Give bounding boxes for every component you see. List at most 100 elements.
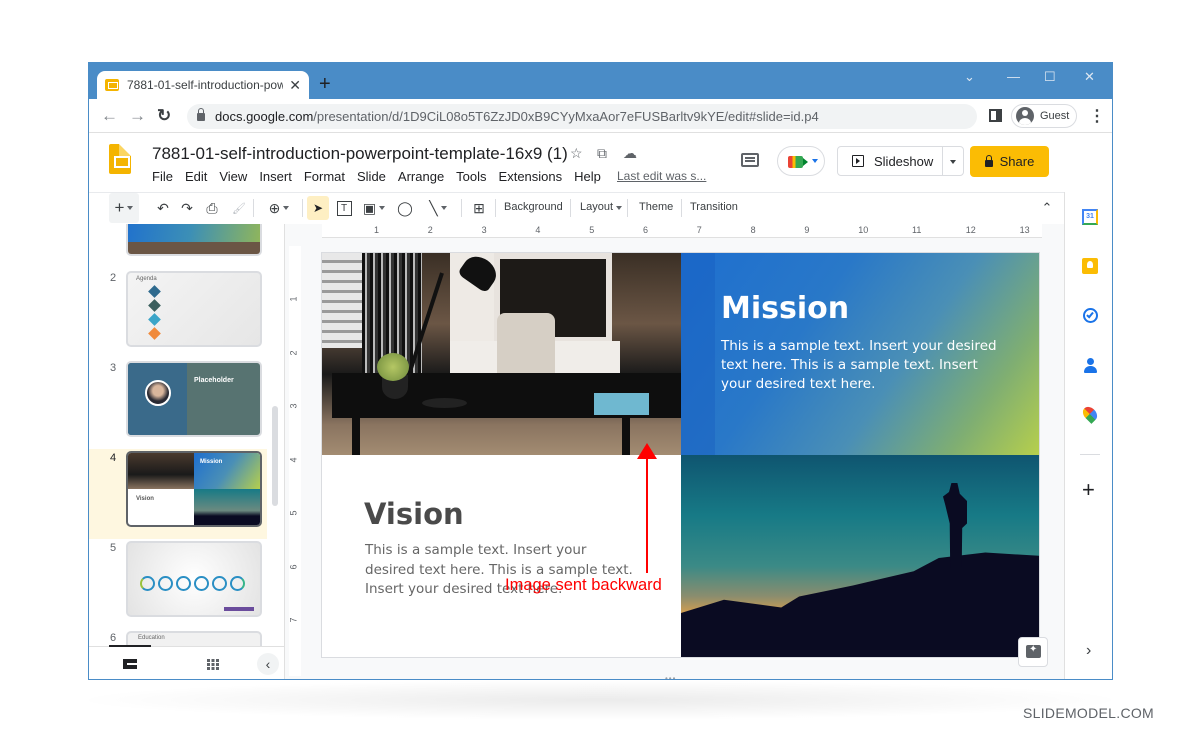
star-icon[interactable]: ☆: [570, 145, 583, 162]
tab-search-icon[interactable]: ⌄: [964, 69, 975, 85]
close-window-button[interactable]: ✕: [1084, 69, 1095, 85]
menu-insert[interactable]: Insert: [259, 169, 292, 184]
mission-panel[interactable]: Mission This is a sample text. Insert yo…: [681, 253, 1039, 455]
keep-icon[interactable]: [1082, 258, 1098, 274]
insert-image-button[interactable]: ▣: [359, 193, 389, 223]
slide-thumbnail-6[interactable]: Education: [126, 631, 262, 646]
diamond-icon: [148, 327, 161, 340]
minimize-button[interactable]: —: [1007, 69, 1020, 84]
ruler-tick-label: 6: [288, 563, 299, 570]
filmstrip-footer: ‹: [89, 645, 284, 679]
document-title[interactable]: 7881-01-self-introduction-powerpoint-tem…: [152, 144, 568, 164]
comment-history-icon[interactable]: [741, 153, 759, 167]
menu-view[interactable]: View: [219, 169, 247, 184]
print-button[interactable]: ⎙: [202, 193, 222, 223]
meet-button[interactable]: [777, 146, 825, 176]
mission-title[interactable]: Mission: [721, 291, 849, 326]
grid-view-icon[interactable]: [207, 659, 219, 670]
back-button[interactable]: ←: [101, 106, 118, 126]
slides-favicon-icon: [105, 79, 119, 91]
slide-thumbnail-2[interactable]: Agenda: [126, 271, 262, 347]
zoom-button[interactable]: ⊕: [261, 193, 297, 223]
mission-text[interactable]: This is a sample text. Insert your desir…: [721, 337, 1001, 394]
transition-button[interactable]: Transition: [690, 201, 738, 213]
new-tab-button[interactable]: +: [319, 74, 331, 94]
vertical-ruler[interactable]: 1 2 3 4 5 6 7: [289, 246, 301, 676]
background-button[interactable]: Background: [504, 201, 563, 213]
browser-window: 7881-01-self-introduction-power ✕ + ⌄ — …: [88, 62, 1113, 680]
contacts-icon[interactable]: [1082, 358, 1098, 374]
forward-button[interactable]: →: [129, 106, 146, 126]
close-tab-icon[interactable]: ✕: [289, 77, 301, 94]
ruler-tick-label: 8: [750, 225, 756, 235]
collapse-toolbar-button[interactable]: ⌃: [1039, 193, 1055, 223]
vision-title[interactable]: Vision: [364, 497, 464, 531]
ruler-tick-label: 4: [288, 456, 299, 463]
undo-button[interactable]: ↶: [153, 193, 173, 223]
layout-button[interactable]: Layout: [580, 201, 623, 213]
chevron-down-icon: [379, 206, 386, 210]
last-edit-link[interactable]: Last edit was s...: [617, 169, 706, 183]
slideshow-button[interactable]: Slideshow: [837, 146, 964, 176]
paint-format-button[interactable]: 🖌: [229, 193, 249, 223]
add-comment-button[interactable]: ⊞: [469, 193, 489, 223]
shape-button[interactable]: ◯: [395, 193, 415, 223]
theme-button[interactable]: Theme: [639, 201, 673, 213]
menu-help[interactable]: Help: [574, 169, 601, 184]
menu-format[interactable]: Format: [304, 169, 345, 184]
tasks-icon[interactable]: [1083, 308, 1098, 323]
side-apps-panel: 31 + ›: [1064, 192, 1112, 679]
notes-resize-handle[interactable]: •••: [665, 674, 676, 679]
line-button[interactable]: ╲: [421, 193, 455, 223]
maximize-button[interactable]: ☐: [1044, 69, 1056, 85]
diamond-icon: [148, 299, 161, 312]
move-icon[interactable]: ⧉: [597, 145, 607, 162]
slide-thumbnail-4[interactable]: Vision Mission: [126, 451, 262, 527]
filmstrip-scrollbar[interactable]: [272, 406, 278, 506]
calendar-icon[interactable]: 31: [1082, 209, 1098, 225]
editor-canvas: 1 2 3 4 5 6 7 8 9 10 11 12 13 1234567 Mi…: [284, 224, 1064, 679]
tab-title: 7881-01-self-introduction-power: [127, 78, 284, 92]
textbox-button[interactable]: T: [335, 193, 353, 223]
menu-extensions[interactable]: Extensions: [499, 169, 563, 184]
vision-panel[interactable]: Vision This is a sample text. Insert you…: [322, 455, 681, 657]
hiker-sunset-image[interactable]: [681, 455, 1039, 657]
profile-button[interactable]: Guest: [1011, 104, 1077, 128]
url-input[interactable]: docs.google.com/presentation/d/1D9CiL08o…: [187, 104, 977, 129]
cloud-status-icon[interactable]: ☁: [623, 145, 637, 162]
ruler-tick-label: 2: [427, 225, 433, 235]
expand-panel-button[interactable]: ›: [1086, 642, 1091, 660]
explore-button[interactable]: [1018, 637, 1048, 667]
side-panel-icon[interactable]: [989, 109, 1002, 122]
share-button[interactable]: Share: [970, 146, 1049, 177]
print-icon: ⎙: [206, 199, 218, 216]
slideshow-dropdown-icon[interactable]: [950, 160, 956, 164]
browser-menu-icon[interactable]: ⋮: [1089, 106, 1105, 126]
redo-button[interactable]: ↷: [177, 193, 197, 223]
menu-tools[interactable]: Tools: [456, 169, 486, 184]
reload-button[interactable]: ↻: [157, 106, 171, 126]
slide-thumbnail-3[interactable]: Placeholder: [126, 361, 262, 437]
new-slide-button[interactable]: +: [109, 193, 139, 223]
slide-thumbnail-1[interactable]: [126, 224, 262, 256]
slides-logo-icon[interactable]: [109, 144, 131, 174]
menu-slide[interactable]: Slide: [357, 169, 386, 184]
slide-thumbnail-5[interactable]: [126, 541, 262, 617]
add-app-button[interactable]: +: [1082, 479, 1095, 501]
filmstrip-view-icon[interactable]: [123, 659, 137, 669]
thumb-bg: [128, 224, 260, 242]
browser-tab[interactable]: 7881-01-self-introduction-power ✕: [97, 71, 309, 99]
ruler-tick-label: 9: [804, 225, 810, 235]
chevron-up-icon: ⌃: [1041, 200, 1053, 215]
maps-icon[interactable]: [1080, 404, 1100, 424]
menu-edit[interactable]: Edit: [185, 169, 207, 184]
collapse-filmstrip-button[interactable]: ‹: [257, 653, 279, 675]
diamond-icon: [148, 285, 161, 298]
menu-file[interactable]: File: [152, 169, 173, 184]
chevron-down-icon: [616, 206, 623, 210]
menu-arrange[interactable]: Arrange: [398, 169, 444, 184]
office-desk-image[interactable]: [322, 253, 681, 455]
bulb-icon: [1087, 261, 1093, 268]
slide-canvas[interactable]: Mission This is a sample text. Insert yo…: [322, 253, 1039, 657]
horizontal-ruler[interactable]: 1 2 3 4 5 6 7 8 9 10 11 12 13: [322, 224, 1042, 238]
